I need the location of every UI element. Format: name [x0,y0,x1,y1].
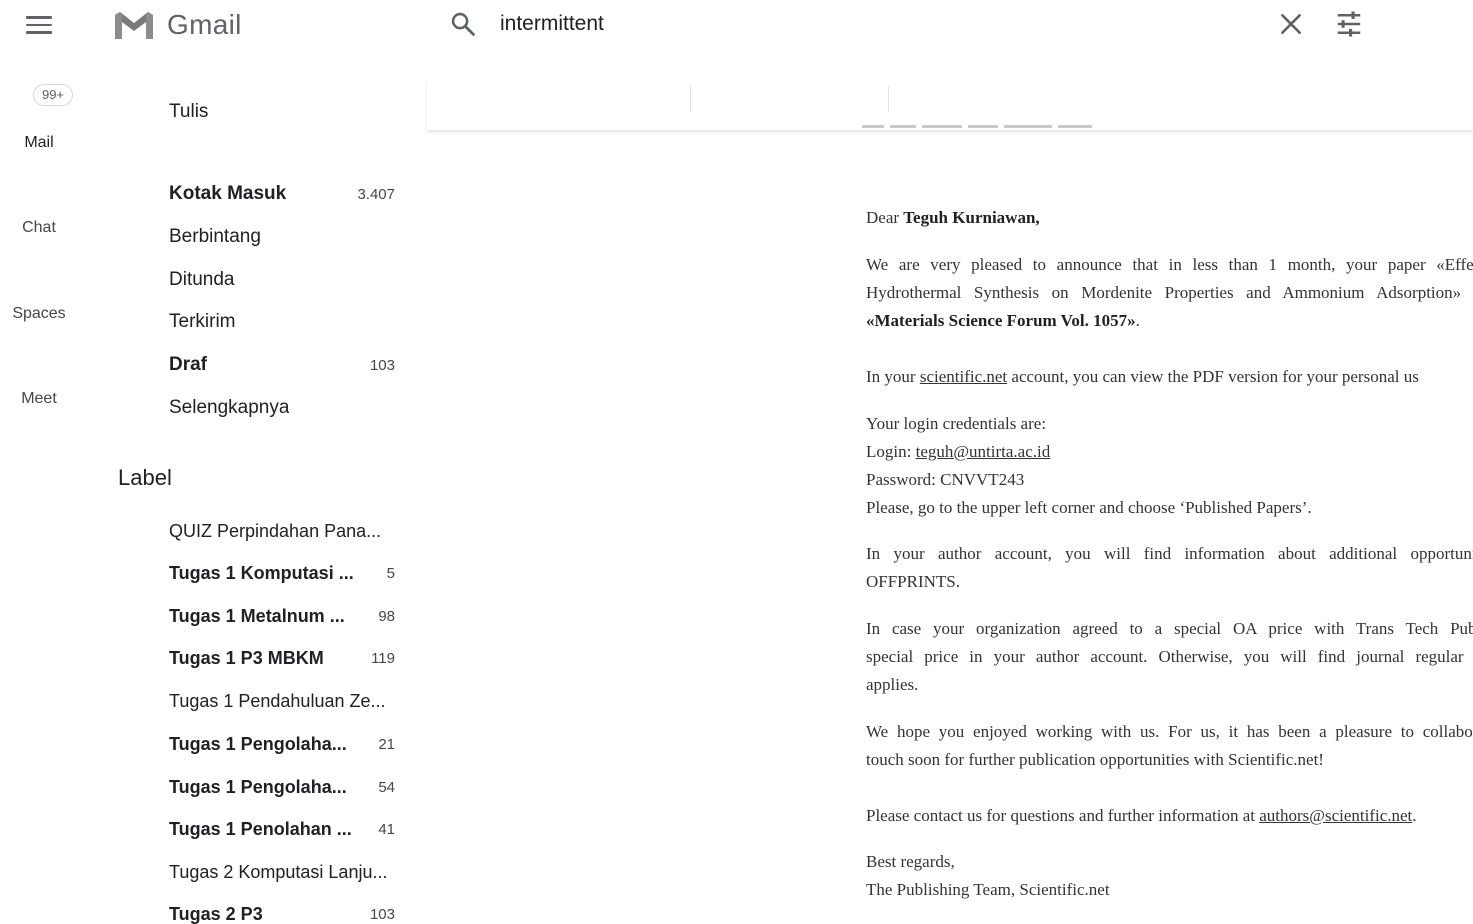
label-name: Tugas 1 Pendahuluan Ze... [169,690,386,711]
rail-item-meet[interactable]: Meet [0,390,78,408]
gmail-logo[interactable]: Gmail [113,6,242,44]
rail-item-mail[interactable]: Mail [0,134,78,152]
gmail-app: Gmail 99+ Mail Chat Spaces Meet Tulis Ko… [0,0,1473,924]
email-signoff: Best regards, [866,852,955,871]
folder-starred[interactable]: Berbintang [169,221,395,253]
email-text-line: Login: teguh@untirta.ac.id [866,442,1050,462]
text-fragment: Please contact us for questions and furt… [866,806,1260,825]
email-text-line: Please contact us for questions and furt… [866,806,1417,826]
scientific-net-link[interactable]: scientific.net [920,367,1007,386]
folder-name: Ditunda [169,269,235,290]
text-fragment: account, you can view the PDF version fo… [1007,367,1419,386]
label-name: Tugas 1 Pengolaha... [169,733,347,754]
menu-bar [26,16,52,19]
label-name: Tugas 1 Komputasi ... [169,562,354,583]
label-count: 54 [378,778,395,796]
label-name: Tugas 1 Metalnum ... [169,605,345,626]
text-fragment: Login: [866,442,916,461]
toolbar-divider [690,86,691,112]
label-item[interactable]: Tugas 1 Komputasi ... 5 [169,557,395,589]
label-name: Tugas 1 Penolahan ... [169,818,352,839]
email-text-line: «Materials Science Forum Vol. 1057». [866,311,1140,331]
email-text-line: In case your organization agreed to a sp… [866,619,1473,638]
folder-name: Draf [169,354,208,375]
email-body: Dear Teguh Kurniawan, We are very please… [866,0,1473,924]
folder-name: Terkirim [169,311,236,332]
journal-name: «Materials Science Forum Vol. 1057» [866,311,1136,330]
email-signature: The Publishing Team, Scientific.net [866,880,1110,899]
folder-sent[interactable]: Terkirim [169,306,395,338]
login-email-link[interactable]: teguh@untirta.ac.id [916,442,1051,461]
main-menu-button[interactable] [26,13,52,35]
search-icon[interactable] [449,10,477,38]
folder-inbox[interactable]: Kotak Masuk 3.407 [169,178,395,210]
label-count: 103 [369,905,395,923]
label-name: QUIZ Perpindahan Pana... [169,520,382,541]
label-item[interactable]: QUIZ Perpindahan Pana... [169,515,395,547]
gmail-m-icon [115,12,153,39]
label-count: 98 [378,607,395,625]
label-item[interactable]: Tugas 1 P3 MBKM 119 [169,642,395,674]
menu-bar [26,23,52,26]
email-text-line: touch soon for further publication oppor… [866,750,1324,769]
email-text-line: Password: CNVVT243 [866,470,1025,489]
email-text-line: special price in your author account. Ot… [866,647,1473,666]
label-name: Tugas 2 P3 [169,903,263,924]
sentence-end: . [1135,311,1140,330]
folder-count: 3.407 [357,185,395,203]
label-item[interactable]: Tugas 2 P3 103 [169,898,395,924]
label-count: 21 [378,735,395,753]
label-count: 119 [371,649,395,667]
folder-name: Selengkapnya [169,397,290,418]
rail-item-chat[interactable]: Chat [0,219,78,237]
folder-name: Berbintang [169,226,261,247]
gmail-logo-text: Gmail [167,9,242,40]
label-item[interactable]: Tugas 1 Pendahuluan Ze... [169,685,395,717]
label-item[interactable]: Tugas 1 Metalnum ... 98 [169,600,395,632]
email-text-line: OFFPRINTS. [866,572,961,591]
folder-snoozed[interactable]: Ditunda [169,264,395,296]
label-count: 41 [378,820,395,838]
email-text-line: We are very pleased to announce that in … [866,255,1473,274]
menu-bar [26,31,52,34]
label-item[interactable]: Tugas 1 Penolahan ... 41 [169,813,395,845]
email-text-line: Please, go to the upper left corner and … [866,498,1312,517]
rail-item-spaces[interactable]: Spaces [0,305,78,323]
label-item[interactable]: Tugas 1 Pengolaha... 54 [169,771,395,803]
label-name: Tugas 2 Komputasi Lanju... [169,861,388,882]
labels-heading: Label [118,465,172,490]
folder-name: Kotak Masuk [169,183,287,204]
email-text-line: In your author account, you will find in… [866,544,1473,563]
label-count: 5 [386,564,395,582]
email-text-line: Your login credentials are: [866,414,1047,433]
greeting-prefix: Dear [866,208,904,227]
label-name: Tugas 1 P3 MBKM [169,647,324,668]
text-fragment: In your [866,367,920,386]
folder-more[interactable]: Selengkapnya [169,392,395,424]
email-text-line: We hope you enjoyed working with us. For… [866,722,1473,741]
email-text-line: applies. [866,675,919,694]
compose-button[interactable]: Tulis [169,101,208,123]
label-item[interactable]: Tugas 1 Pengolaha... 21 [169,728,395,760]
email-text-line: In your scientific.net account, you can … [866,367,1419,387]
email-greeting: Dear Teguh Kurniawan, [866,208,1040,228]
mail-unread-badge: 99+ [33,84,73,106]
label-item[interactable]: Tugas 2 Komputasi Lanju... [169,856,395,888]
sentence-end: . [1412,806,1417,825]
recipient-name: Teguh Kurniawan, [903,208,1040,227]
authors-email-link[interactable]: authors@scientific.net [1259,806,1412,825]
folder-count: 103 [369,356,395,374]
folder-drafts[interactable]: Draf 103 [169,349,395,381]
label-name: Tugas 1 Pengolaha... [169,776,347,797]
email-text-line: Hydrothermal Synthesis on Mordenite Prop… [866,283,1473,302]
